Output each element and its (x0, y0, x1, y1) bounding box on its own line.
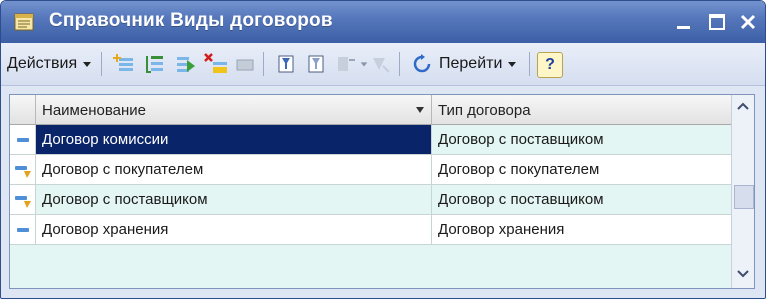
table-row[interactable]: Договор комиссии Договор с поставщиком (10, 125, 732, 155)
filter-button[interactable] (275, 51, 299, 77)
hierarchy-button[interactable] (369, 51, 391, 77)
catalog-table: Наименование Тип договора Договор комисс… (9, 94, 755, 289)
table-cell-type[interactable]: Договор хранения (432, 215, 732, 245)
toolbar-separator (399, 52, 400, 76)
column-header-name[interactable]: Наименование (36, 95, 432, 125)
scroll-down-button[interactable] (735, 267, 751, 281)
help-label: ? (545, 56, 555, 73)
add-icon (113, 54, 133, 71)
window: Справочник Виды договоров Действия Перей… (0, 0, 766, 299)
actions-label: Действия (7, 55, 78, 72)
item-edit-icon (15, 196, 31, 208)
table-cell-type[interactable]: Договор с поставщиком (432, 125, 732, 155)
catalog-icon (14, 13, 34, 31)
add-group-icon (146, 56, 163, 73)
filter-off-icon (308, 55, 324, 73)
item-edit-icon (15, 166, 31, 178)
toolbar-separator (101, 52, 102, 76)
close-button[interactable] (735, 9, 761, 35)
table-cell-name[interactable]: Договор комиссии (36, 125, 432, 155)
goto-menu[interactable]: Перейти (411, 51, 518, 77)
chevron-down-icon (83, 62, 92, 67)
sort-icon (338, 57, 355, 71)
table-cell-name[interactable]: Договор с покупателем (36, 155, 432, 185)
scroll-thumb[interactable] (734, 185, 754, 209)
filter-icon (278, 55, 294, 73)
minimize-icon (677, 26, 690, 29)
add-group-button[interactable] (143, 51, 167, 77)
table-cell-type[interactable]: Договор с поставщиком (432, 185, 732, 215)
sort-desc-icon (416, 107, 424, 113)
row-marker (10, 155, 36, 185)
chevron-down-icon (508, 62, 517, 67)
add-button[interactable] (113, 51, 137, 77)
table-row[interactable]: Договор хранения Договор хранения (10, 215, 732, 245)
item-dash-icon (17, 228, 29, 232)
table-cell-name[interactable]: Договор с поставщиком (36, 185, 432, 215)
delete-mark-icon (204, 53, 227, 73)
column-header-label: Тип договора (438, 102, 531, 119)
copy-icon (177, 57, 195, 72)
scroll-up-button[interactable] (735, 99, 751, 113)
title-bar[interactable]: Справочник Виды договоров (1, 1, 765, 43)
row-marker (10, 125, 36, 155)
maximize-icon (709, 14, 725, 30)
table-row[interactable]: Договор с покупателем Договор с покупате… (10, 155, 732, 185)
actions-menu[interactable]: Действия (7, 51, 93, 77)
minimize-button[interactable] (671, 9, 697, 35)
refresh-icon (413, 54, 431, 73)
window-title: Справочник Виды договоров (49, 10, 333, 31)
toolbar-separator (263, 52, 264, 76)
row-marker (10, 215, 36, 245)
edit-icon (236, 59, 254, 71)
hierarchy-icon (373, 58, 390, 73)
copy-button[interactable] (173, 51, 197, 77)
goto-label: Перейти (439, 55, 503, 72)
maximize-button[interactable] (704, 9, 730, 35)
table-cell-type[interactable]: Договор с покупателем (432, 155, 732, 185)
table-row[interactable]: Договор с поставщиком Договор с поставщи… (10, 185, 732, 215)
chevron-up-icon (737, 102, 749, 110)
marker-column-header (10, 95, 36, 125)
table-empty-area (10, 245, 732, 288)
delete-mark-button[interactable] (203, 51, 229, 77)
item-dash-icon (17, 138, 29, 142)
sort-button[interactable] (335, 51, 369, 77)
filter-off-button[interactable] (305, 51, 329, 77)
close-icon (740, 14, 756, 30)
vertical-scrollbar[interactable] (731, 95, 754, 288)
toolbar-separator (529, 52, 530, 76)
toolbar: Действия Перейти ? (1, 43, 765, 86)
row-marker (10, 185, 36, 215)
help-button[interactable]: ? (537, 52, 563, 78)
edit-button[interactable] (233, 51, 257, 77)
chevron-down-icon (737, 270, 749, 278)
table-cell-name[interactable]: Договор хранения (36, 215, 432, 245)
chevron-down-icon (360, 62, 368, 67)
column-header-label: Наименование (42, 102, 146, 119)
column-header-type[interactable]: Тип договора (432, 95, 732, 125)
